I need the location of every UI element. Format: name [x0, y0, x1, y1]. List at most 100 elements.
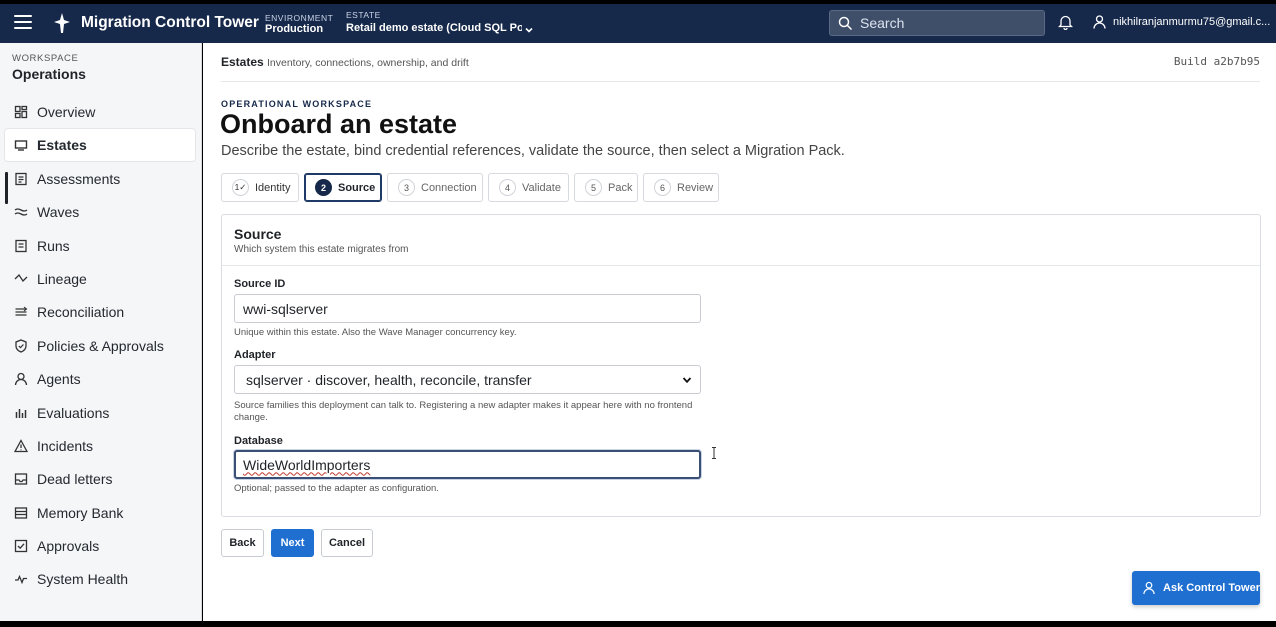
shield-icon [15, 339, 27, 353]
database-label: Database [234, 435, 283, 447]
step-label: Identity [255, 181, 291, 194]
sidebar-item-label: Assessments [37, 170, 121, 187]
sidebar-item-reconciliation[interactable]: Reconciliation [5, 296, 195, 328]
sidebar-item-agents[interactable]: Agents [5, 363, 195, 395]
step-validate[interactable]: 4 Validate [488, 173, 569, 202]
step-identity[interactable]: 1✓ Identity [221, 173, 299, 202]
database-input[interactable]: WideWorldImporters [234, 450, 701, 479]
back-button[interactable]: Back [221, 529, 264, 557]
sidebar-item-label: Runs [37, 237, 70, 254]
build-version: Build a2b7b95 [1173, 55, 1260, 68]
search-icon [838, 16, 853, 31]
sidebar-item-evaluations[interactable]: Evaluations [5, 397, 195, 429]
sidebar-item-dead-letters[interactable]: Dead letters [5, 463, 195, 495]
sidebar-item-label: Estates [37, 137, 87, 154]
source-id-input[interactable]: wwi-sqlserver [234, 294, 701, 323]
sidebar-item-label: Agents [37, 371, 81, 388]
ask-control-tower-label: Ask Control Tower [1163, 582, 1260, 594]
form-subtitle: Which system this estate migrates from [234, 244, 409, 255]
sidebar-item-label: System Health [37, 571, 129, 588]
search-placeholder: Search [860, 15, 905, 31]
sidebar-item-label: Memory Bank [37, 504, 124, 521]
estate-value: Retail demo estate (Cloud SQL Postgres) [346, 22, 522, 34]
step-number: 1✓ [232, 179, 249, 196]
user-email[interactable]: nikhilranjanmurmu75@gmail.c... [1113, 16, 1270, 28]
search-input[interactable]: Search [829, 10, 1045, 36]
sidebar-item-estates[interactable]: Estates [5, 129, 195, 162]
card-divider [222, 265, 1260, 266]
sidebar-item-incidents[interactable]: Incidents [5, 430, 195, 462]
source-form-card: Source Which system this estate migrates… [221, 214, 1261, 517]
estate-icon [14, 140, 28, 152]
adapter-help: Source families this deployment can talk… [234, 400, 693, 423]
main-content: Estates Inventory, connections, ownershi… [203, 43, 1276, 621]
sidebar-item-label: Reconciliation [37, 304, 125, 321]
cancel-button[interactable]: Cancel [321, 529, 373, 557]
sidebar-item-policies-approvals[interactable]: Policies & Approvals [5, 330, 195, 362]
chevron-down-icon [682, 377, 692, 384]
sidebar-item-runs[interactable]: Runs [5, 230, 195, 262]
sidebar-item-approvals[interactable]: Approvals [5, 530, 195, 562]
sidebar-item-label: Incidents [37, 437, 94, 454]
step-number: 3 [398, 179, 415, 196]
sidebar-item-waves[interactable]: Waves [5, 196, 195, 228]
step-pack[interactable]: 5 Pack [574, 173, 638, 202]
step-connection[interactable]: 3 Connection [387, 173, 483, 202]
assistant-icon [1143, 581, 1155, 595]
bell-icon[interactable] [1058, 14, 1073, 30]
database-value: WideWorldImporters [243, 456, 371, 473]
step-label: Validate [522, 181, 561, 194]
adapter-select[interactable]: sqlserver · discover, health, reconcile,… [234, 365, 701, 394]
source-id-help: Unique within this estate. Also the Wave… [234, 327, 517, 338]
estate-selector[interactable]: ESTATE Retail demo estate (Cloud SQL Pos… [346, 10, 534, 35]
sidebar-item-assessments[interactable]: Assessments [5, 163, 195, 195]
waves-icon [14, 208, 28, 216]
environment-value: Production [265, 23, 324, 35]
active-nav-indicator [5, 172, 8, 204]
sidebar-nav: Overview Estates Assessments Waves Runs … [5, 96, 195, 597]
hamburger-menu-icon[interactable] [14, 15, 32, 31]
assessment-icon [15, 172, 27, 185]
step-number: 5 [585, 179, 602, 196]
step-number: 2 [315, 179, 332, 196]
top-bar: Migration Control Tower ENVIRONMENT Prod… [0, 4, 1276, 43]
page-eyebrow: OPERATIONAL WORKSPACE [221, 99, 373, 109]
step-review[interactable]: 6 Review [643, 173, 719, 202]
warning-icon [14, 439, 28, 453]
sidebar-item-label: Dead letters [37, 471, 113, 488]
sidebar-item-label: Waves [37, 204, 80, 221]
sidebar-item-label: Overview [37, 104, 96, 120]
chevron-down-icon [525, 27, 533, 33]
page-description: Describe the estate, bind credential ref… [221, 143, 845, 159]
sidebar-item-lineage[interactable]: Lineage [5, 263, 195, 295]
step-label: Pack [608, 181, 633, 194]
estate-label: ESTATE [346, 10, 381, 20]
breadcrumb-subtitle: Inventory, connections, ownership, and d… [267, 57, 469, 69]
environment-label: ENVIRONMENT [265, 13, 334, 23]
adapter-label: Adapter [234, 349, 276, 361]
breadcrumb-divider [221, 81, 1260, 82]
sidebar: WORKSPACE Operations Overview Estates As… [0, 43, 202, 621]
sidebar-item-system-health[interactable]: System Health [5, 563, 195, 595]
text-cursor-icon [712, 447, 716, 459]
step-label: Connection [421, 181, 477, 194]
next-button[interactable]: Next [271, 529, 314, 557]
pulse-icon [15, 575, 27, 585]
breadcrumb-title[interactable]: Estates [221, 55, 264, 69]
step-label: Review [677, 181, 714, 194]
ask-control-tower-button[interactable]: Ask Control Tower [1132, 571, 1260, 605]
source-id-value: wwi-sqlserver [243, 300, 328, 317]
sidebar-item-memory-bank[interactable]: Memory Bank [5, 497, 195, 529]
memory-icon [14, 507, 28, 519]
tower-logo-icon [54, 13, 70, 33]
adapter-value: sqlserver · discover, health, reconcile,… [246, 371, 532, 388]
step-source[interactable]: 2 Source [304, 173, 382, 202]
sidebar-item-overview[interactable]: Overview [5, 96, 195, 128]
dashboard-icon [14, 105, 28, 119]
inbox-icon [14, 473, 28, 485]
workspace-label: WORKSPACE [12, 53, 79, 64]
reconciliation-icon [15, 306, 28, 316]
form-title: Source [234, 226, 282, 242]
workspace-name: Operations [12, 66, 86, 82]
user-icon[interactable] [1093, 15, 1106, 29]
